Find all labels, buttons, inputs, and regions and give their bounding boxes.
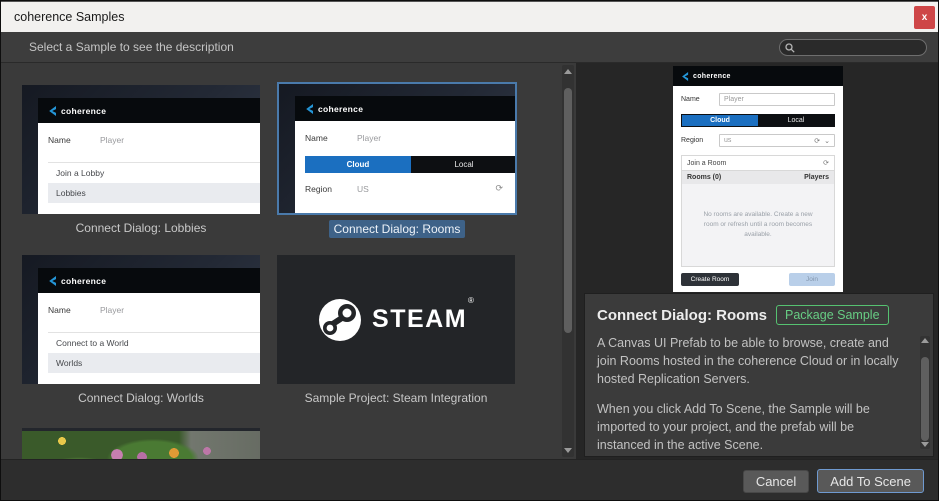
close-button[interactable]: x bbox=[914, 6, 935, 29]
grid-scrollbar-track[interactable] bbox=[562, 78, 574, 448]
scroll-down-arrow-icon[interactable] bbox=[921, 442, 929, 447]
mock-name-value: Player bbox=[100, 135, 124, 145]
card-caption: Connect Dialog: Worlds bbox=[22, 391, 260, 405]
mock-list-item: Worlds bbox=[48, 353, 260, 373]
preview-name-label: Name bbox=[681, 96, 719, 103]
brand-label: coherence bbox=[693, 73, 731, 80]
refresh-icon: ⟳ bbox=[814, 137, 820, 145]
steam-text: STEAM bbox=[372, 305, 467, 333]
description-scrollbar-track[interactable] bbox=[920, 345, 930, 440]
preview-tab-local: Local bbox=[758, 115, 834, 126]
scroll-up-arrow-icon[interactable] bbox=[564, 69, 572, 74]
add-to-scene-button[interactable]: Add To Scene bbox=[817, 469, 924, 493]
search-box[interactable] bbox=[779, 39, 927, 56]
brand-label: coherence bbox=[61, 106, 106, 116]
search-icon bbox=[785, 43, 795, 53]
chevron-down-icon: ⌄ bbox=[824, 137, 830, 145]
rooms-mock-dialog: coherence Name Player Cloud Local bbox=[295, 96, 515, 213]
coherence-logo-icon bbox=[48, 276, 57, 286]
card-caption-selected: Connect Dialog: Rooms bbox=[277, 222, 517, 236]
preview-area: coherence Name Player Cloud Local Region bbox=[576, 63, 939, 293]
worlds-thumbnail: coherence Name Player Connect to a World… bbox=[22, 255, 260, 384]
preview-region-label: Region bbox=[681, 137, 719, 144]
mock-header: coherence bbox=[295, 96, 515, 121]
selection-hint-label: Select a Sample to see the description bbox=[29, 40, 234, 54]
mock-region-label: Region bbox=[305, 184, 357, 194]
card-caption: Connect Dialog: Lobbies bbox=[22, 221, 260, 235]
details-pane: coherence Name Player Cloud Local Region bbox=[576, 63, 939, 459]
preview-create-room-button: Create Room bbox=[681, 273, 739, 286]
preview-rooms-column: Rooms (0) bbox=[687, 174, 721, 181]
samples-dialog-window: coherence Samples x Select a Sample to s… bbox=[0, 0, 939, 501]
sample-title: Connect Dialog: Rooms bbox=[597, 307, 767, 324]
mock-tab-cloud: Cloud bbox=[305, 156, 411, 173]
mock-list-item: Lobbies bbox=[48, 183, 260, 203]
lobbies-mock-dialog: coherence Name Player Join a Lobby Lobbi… bbox=[38, 98, 260, 214]
package-sample-badge: Package Sample bbox=[776, 305, 889, 325]
card-caption: Sample Project: Steam Integration bbox=[277, 391, 515, 405]
preview-rooms-section: Join a Room ⟳ Rooms (0) Players No rooms… bbox=[681, 155, 835, 267]
footer-bar: Cancel Add To Scene bbox=[1, 459, 938, 501]
mock-name-label: Name bbox=[48, 305, 100, 315]
mock-name-value: Player bbox=[100, 305, 124, 315]
sample-card-worlds[interactable]: coherence Name Player Connect to a World… bbox=[22, 255, 260, 405]
sample-card-partial[interactable] bbox=[22, 428, 260, 459]
description-scrollbar[interactable] bbox=[920, 336, 930, 449]
mock-list-header: Connect to a World bbox=[48, 333, 260, 353]
mock-name-label: Name bbox=[48, 135, 100, 145]
refresh-icon: ⟳ bbox=[823, 159, 829, 167]
sample-card-lobbies[interactable]: coherence Name Player Join a Lobby Lobbi… bbox=[22, 85, 260, 235]
coherence-logo-icon bbox=[48, 106, 57, 116]
search-input[interactable] bbox=[795, 42, 915, 54]
preview-join-button: Join bbox=[789, 273, 835, 286]
steam-registered-mark: ® bbox=[468, 296, 474, 305]
grid-scrollbar-thumb[interactable] bbox=[564, 88, 572, 333]
mock-name-value: Player bbox=[357, 133, 381, 143]
rooms-preview-image: coherence Name Player Cloud Local Region bbox=[673, 66, 843, 292]
nature-thumbnail bbox=[22, 428, 260, 459]
mock-list-header: Join a Lobby bbox=[48, 163, 260, 183]
coherence-logo-icon bbox=[305, 104, 314, 114]
preview-region-select: us ⟳ ⌄ bbox=[719, 134, 835, 147]
steam-thumbnail: STEAM® bbox=[277, 255, 515, 384]
mock-name-label: Name bbox=[305, 133, 357, 143]
lobbies-thumbnail: coherence Name Player Join a Lobby Lobbi… bbox=[22, 85, 260, 214]
toolbar: Select a Sample to see the description bbox=[1, 32, 938, 63]
sample-card-rooms-selected[interactable]: coherence Name Player Cloud Local bbox=[277, 82, 517, 236]
mock-header: coherence bbox=[38, 98, 260, 123]
coherence-logo-icon bbox=[681, 72, 689, 81]
preview-region-value: us bbox=[724, 137, 731, 144]
grid-scrollbar[interactable] bbox=[562, 65, 574, 457]
selection-border: coherence Name Player Cloud Local bbox=[277, 82, 517, 215]
brand-label: coherence bbox=[318, 104, 363, 114]
rooms-thumbnail: coherence Name Player Cloud Local bbox=[279, 84, 515, 213]
titlebar: coherence Samples x bbox=[1, 1, 938, 32]
preview-empty-state-text: No rooms are available. Create a new roo… bbox=[696, 210, 821, 239]
worlds-mock-dialog: coherence Name Player Connect to a World… bbox=[38, 268, 260, 384]
steam-logo-icon bbox=[318, 298, 362, 342]
preview-tab-cloud: Cloud bbox=[682, 115, 758, 126]
cancel-button[interactable]: Cancel bbox=[743, 470, 809, 493]
mock-header: coherence bbox=[38, 268, 260, 293]
mock-tab-local: Local bbox=[411, 156, 515, 173]
preview-name-value: Player bbox=[724, 96, 744, 103]
preview-mock-header: coherence bbox=[673, 66, 843, 86]
preview-join-header: Join a Room bbox=[687, 160, 726, 167]
samples-grid: coherence Name Player Join a Lobby Lobbi… bbox=[1, 63, 576, 459]
scroll-up-arrow-icon[interactable] bbox=[921, 338, 929, 343]
selected-caption-pill: Connect Dialog: Rooms bbox=[329, 220, 466, 238]
description-paragraph: A Canvas UI Prefab to be able to browse,… bbox=[597, 335, 905, 388]
description-scrollbar-thumb[interactable] bbox=[921, 357, 929, 441]
description-paragraph: When you click Add To Scene, the Sample … bbox=[597, 401, 905, 454]
refresh-icon: ⟳ bbox=[495, 183, 503, 194]
preview-name-input: Player bbox=[719, 93, 835, 106]
description-panel: Connect Dialog: Rooms Package Sample A C… bbox=[584, 293, 934, 457]
steam-wordmark: STEAM® bbox=[372, 305, 474, 334]
brand-label: coherence bbox=[61, 276, 106, 286]
sample-card-steam[interactable]: STEAM® Sample Project: Steam Integration bbox=[277, 255, 515, 405]
window-title: coherence Samples bbox=[14, 10, 124, 24]
preview-players-column: Players bbox=[804, 174, 829, 181]
scroll-down-arrow-icon[interactable] bbox=[564, 448, 572, 453]
mock-region-value: US bbox=[357, 184, 369, 194]
